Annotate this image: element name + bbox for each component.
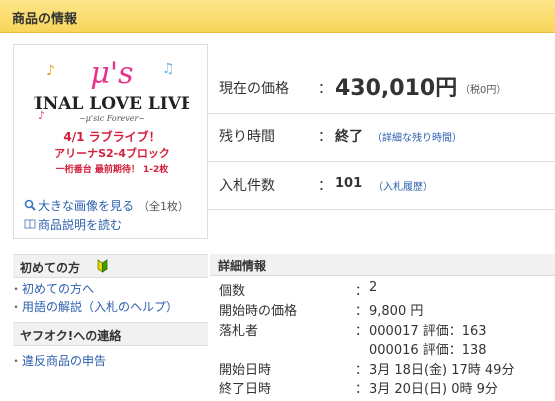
beginner-mark-icon xyxy=(97,259,108,273)
start-date-value: 3月 18日(金) 17時 49分 xyxy=(369,363,515,378)
time-detail-link[interactable]: （詳細な残り時間） xyxy=(372,129,462,144)
product-logo-image[interactable]: μ's ♪ ♫ FINAL LOVE LIVE! ♪ ~μ'sic Foreve… xyxy=(34,53,189,183)
logo-us-text: μ's xyxy=(90,56,133,91)
details-heading-text: 詳細情報 xyxy=(218,259,267,273)
winner-2-value[interactable]: 000016 評価：138 xyxy=(369,339,487,358)
colon: ： xyxy=(318,178,332,194)
logo-seat-text: 一桁番台 最前期待！ 1-2枚 xyxy=(56,163,170,175)
magnifier-icon xyxy=(24,199,36,211)
beginner-guide-link[interactable]: 初めての方へ xyxy=(10,280,94,297)
product-image[interactable]: μ's ♪ ♫ FINAL LOVE LIVE! ♪ ~μ'sic Foreve… xyxy=(13,44,208,239)
start-price-value: 9,800 円 xyxy=(369,304,424,319)
glossary-link[interactable]: 用語の解説（入札のヘルプ） xyxy=(10,298,178,315)
start-date-label: 開始日時 xyxy=(219,363,272,378)
tax-note: （税0円） xyxy=(460,85,507,96)
current-price-value: 430,010円 xyxy=(335,76,458,101)
time-left-value: 終了 xyxy=(335,129,363,145)
current-price-row: 現在の価格 ： 430,010円 （税0円） xyxy=(208,58,555,114)
time-left-row: 残り時間 ： 終了 （詳細な残り時間） xyxy=(208,114,555,162)
logo-title-text: FINAL LOVE LIVE! xyxy=(34,94,189,114)
quantity-value: 2 xyxy=(369,280,378,295)
first-time-heading: 初めての方 xyxy=(13,254,208,278)
colon: ： xyxy=(355,284,369,299)
colon: ： xyxy=(355,304,369,319)
section-header: 商品の情報 xyxy=(0,0,555,33)
contact-heading-text: ヤフオク!への連絡 xyxy=(20,329,122,343)
logo-date-text: 4/1 ラブライブ！ xyxy=(63,129,160,144)
end-date-value: 3月 20日(日) 0時 9分 xyxy=(369,382,498,397)
section-title: 商品の情報 xyxy=(12,12,78,27)
bid-count-row: 入札件数 ： 101 （入札履歴） xyxy=(208,162,555,210)
read-description-link[interactable]: 商品説明を読む xyxy=(24,216,122,233)
end-date-label: 終了日時 xyxy=(219,382,272,397)
image-count: （全1枚） xyxy=(138,200,190,213)
colon: ： xyxy=(355,324,369,339)
logo-block-text: アリーナS2-4ブロック xyxy=(54,146,170,160)
music-note-icon: ♪ xyxy=(38,109,45,122)
view-large-image-label[interactable]: 大きな画像を見る xyxy=(38,199,134,213)
colon: ： xyxy=(318,81,332,97)
logo-subtitle-text: ~μ'sic Forever~ xyxy=(79,114,145,123)
music-note-icon: ♪ xyxy=(46,63,55,79)
winner-label: 落札者 xyxy=(219,324,259,339)
current-price-label: 現在の価格 xyxy=(219,81,289,97)
report-violation-link[interactable]: 違反商品の申告 xyxy=(10,352,106,369)
details-heading: 詳細情報 xyxy=(210,254,555,276)
start-price-label: 開始時の価格 xyxy=(219,304,298,319)
music-note-icon: ♫ xyxy=(162,61,175,77)
quantity-label: 個数 xyxy=(219,284,246,299)
colon: ： xyxy=(355,382,369,397)
winner-1-value[interactable]: 000017 評価：163 xyxy=(369,320,487,339)
book-icon xyxy=(24,219,36,229)
read-description-label[interactable]: 商品説明を読む xyxy=(38,218,122,232)
bid-history-link[interactable]: （入札履歴） xyxy=(373,178,433,193)
colon: ： xyxy=(355,363,369,378)
bid-count-label: 入札件数 xyxy=(219,178,275,194)
view-large-image-link[interactable]: 大きな画像を見る （全1枚） xyxy=(24,197,189,214)
first-time-heading-text: 初めての方 xyxy=(20,261,81,275)
contact-heading: ヤフオク!への連絡 xyxy=(13,322,208,346)
time-left-label: 残り時間 xyxy=(219,129,275,145)
colon: ： xyxy=(318,129,332,145)
bid-count-value: 101 xyxy=(335,176,363,191)
